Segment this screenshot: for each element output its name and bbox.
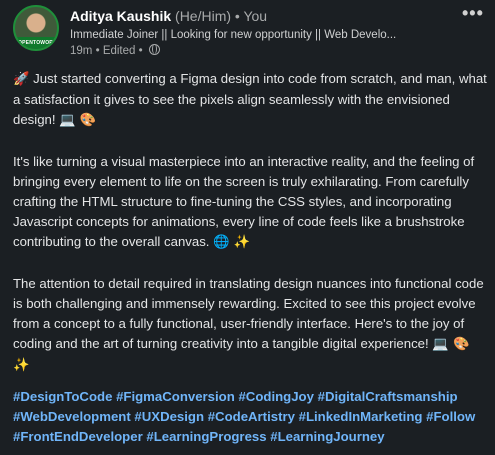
post-text-3: The attention to detail required in tran… xyxy=(13,275,484,352)
post-meta: 19m • Edited • xyxy=(70,44,160,57)
avatar[interactable]: #OPENTOWORK xyxy=(13,5,59,51)
hashtag-link[interactable]: #DigitalCraftsmanship xyxy=(318,389,458,404)
hashtag-link[interactable]: #UXDesign xyxy=(134,409,204,424)
post-paragraph-1: 🚀 Just started converting a Figma design… xyxy=(13,69,489,132)
hashtag-link[interactable]: #LinkedInMarketing xyxy=(299,409,423,424)
author-line: Aditya Kaushik (He/Him) • You xyxy=(70,8,267,24)
meta-separator: • xyxy=(95,45,100,57)
meta-separator-2: • xyxy=(138,45,143,57)
feed-post: #OPENTOWORK Aditya Kaushik (He/Him) • Yo… xyxy=(0,0,495,455)
hashtag-link[interactable]: #LearningJourney xyxy=(270,429,384,444)
relation-label: You xyxy=(243,8,268,24)
laptop-palette-emoji: 💻 🎨 xyxy=(59,113,97,129)
post-body: 🚀 Just started converting a Figma design… xyxy=(13,69,489,377)
hashtag-link[interactable]: #CodeArtistry xyxy=(208,409,295,424)
hashtag-link[interactable]: #LearningProgress xyxy=(146,429,266,444)
separator-dot: • xyxy=(234,8,240,24)
open-to-work-badge: #OPENTOWORK xyxy=(15,37,57,49)
hashtag-link[interactable]: #CodingJoy xyxy=(238,389,313,404)
post-paragraph-2: It's like turning a visual masterpiece i… xyxy=(13,152,489,254)
edited-label: Edited xyxy=(102,45,136,57)
hashtag-link[interactable]: #WebDevelopment xyxy=(13,409,131,424)
hashtag-link[interactable]: #FrontEndDeveloper xyxy=(13,429,143,444)
hashtag-link[interactable]: #FigmaConversion xyxy=(116,389,235,404)
post-paragraph-3: The attention to detail required in tran… xyxy=(13,274,489,377)
post-time[interactable]: 19m xyxy=(70,45,92,57)
hashtag-link[interactable]: #Follow xyxy=(426,409,475,424)
hashtag-link[interactable]: #DesignToCode xyxy=(13,389,112,404)
author-pronouns: (He/Him) xyxy=(175,8,232,24)
rocket-icon: 🚀 xyxy=(13,72,30,87)
hashtag-list: #DesignToCode #FigmaConversion #CodingJo… xyxy=(13,387,491,448)
author-headline: Immediate Joiner || Looking for new oppo… xyxy=(70,29,397,41)
globe-sparkles-emoji: 🌐 ✨ xyxy=(213,235,251,251)
more-options-button[interactable]: ••• xyxy=(462,3,484,24)
author-name[interactable]: Aditya Kaushik xyxy=(70,8,171,24)
globe-icon xyxy=(148,44,160,55)
